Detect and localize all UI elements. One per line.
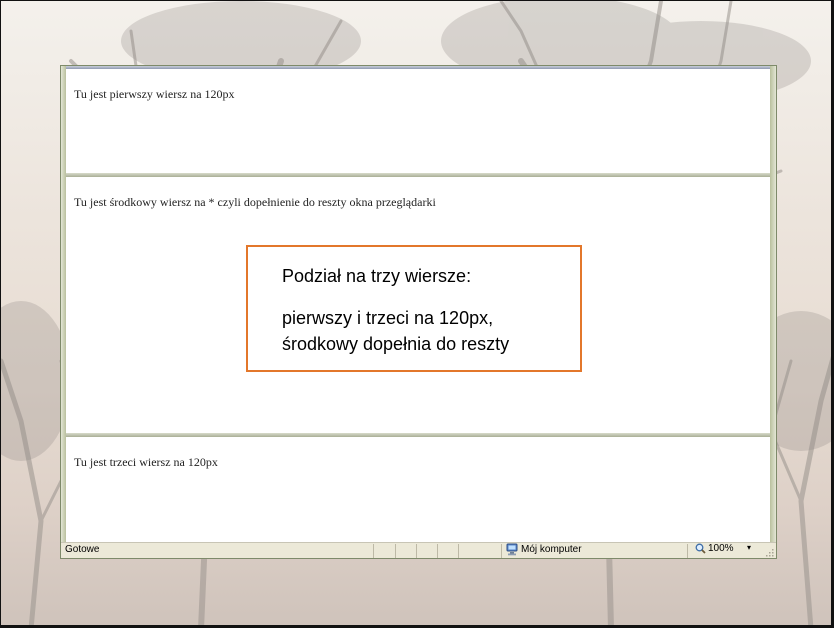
- status-divider: [395, 544, 396, 558]
- status-bar: Gotowe Mój komputer 100% ▾: [61, 542, 776, 558]
- status-divider: [373, 544, 374, 558]
- frame-bottom: Tu jest trzeci wiersz na 120px: [66, 437, 770, 542]
- zoom-control[interactable]: 100%: [695, 543, 734, 554]
- security-zone-label: Mój komputer: [521, 544, 582, 555]
- annotation-callout: Podział na trzy wiersze: pierwszy i trze…: [246, 245, 582, 372]
- status-divider: [687, 544, 688, 558]
- frame-top: Tu jest pierwszy wiersz na 120px: [66, 69, 770, 173]
- magnifier-icon: [695, 543, 706, 554]
- frame-bottom-text: Tu jest trzeci wiersz na 120px: [74, 455, 218, 469]
- frame-middle-text: Tu jest środkowy wiersz na * czyli dopeł…: [74, 195, 436, 209]
- status-divider: [458, 544, 459, 558]
- callout-title: Podział na trzy wiersze:: [282, 266, 472, 286]
- status-text: Gotowe: [65, 544, 100, 555]
- zoom-level: 100%: [708, 543, 734, 554]
- resize-grip-icon[interactable]: [764, 547, 774, 557]
- callout-line-2: środkowy dopełnia do reszty: [282, 334, 510, 354]
- slide: Tu jest pierwszy wiersz na 120px Tu jest…: [0, 0, 834, 628]
- status-divider: [416, 544, 417, 558]
- status-divider: [437, 544, 438, 558]
- callout-line-1: pierwszy i trzeci na 120px,: [282, 308, 494, 328]
- frame-top-text: Tu jest pierwszy wiersz na 120px: [74, 87, 235, 101]
- security-zone[interactable]: Mój komputer: [506, 543, 582, 556]
- status-divider: [501, 544, 502, 558]
- window-right-edge: [770, 66, 776, 542]
- zoom-dropdown-icon[interactable]: ▾: [747, 543, 751, 552]
- computer-icon: [506, 543, 518, 556]
- callout-body: pierwszy i trzeci na 120px, środkowy dop…: [282, 305, 509, 357]
